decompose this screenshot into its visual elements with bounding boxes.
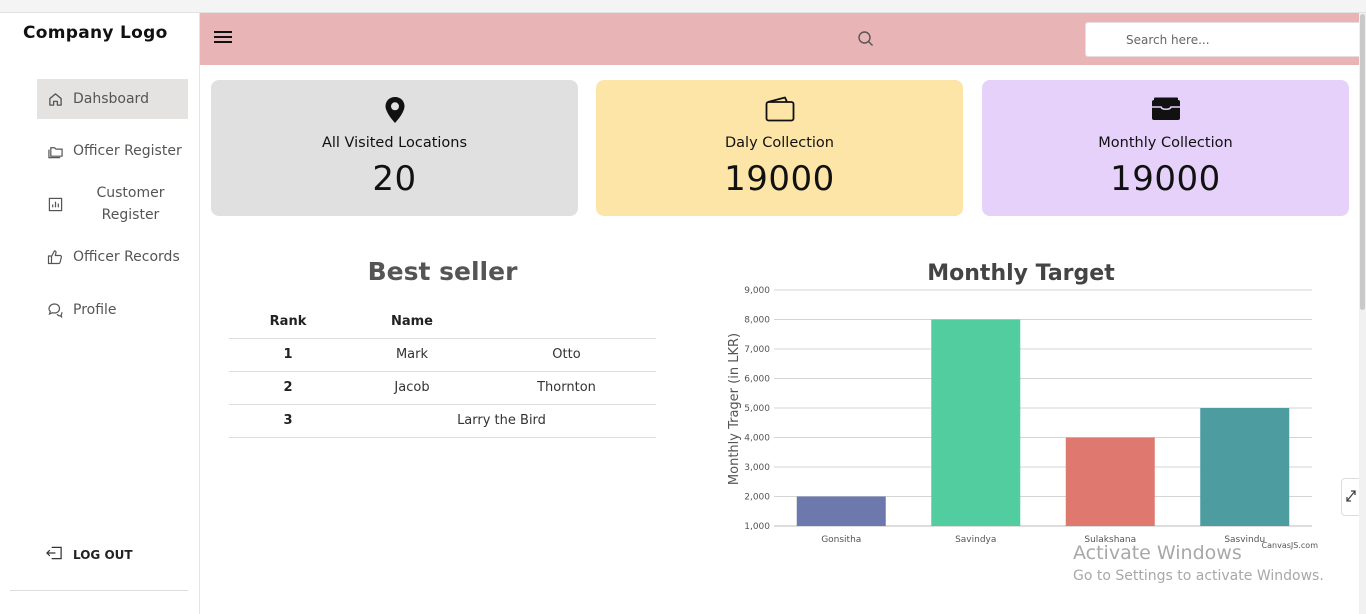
logout-label: LOG OUT [73, 547, 133, 562]
rank-cell: 2 [229, 371, 347, 405]
thumbs-up-icon [37, 249, 73, 265]
card-value: 19000 [1110, 159, 1221, 199]
sidebar-item-label: Officer Register [73, 143, 182, 159]
table-row: 2 Jacob Thornton [229, 371, 656, 405]
table-row: 3 Larry the Bird [229, 404, 656, 438]
rank-cell: 3 [229, 404, 347, 438]
sidebar-item-officer-register[interactable]: Officer Register [37, 141, 188, 161]
chart-y-tick-label: 2,000 [744, 493, 770, 503]
chart-bar[interactable] [796, 496, 886, 527]
chart-bar[interactable] [931, 319, 1021, 527]
last-name-cell: Otto [477, 338, 656, 372]
column-header-name: Name [347, 305, 477, 339]
logout-button[interactable]: LOG OUT [46, 546, 133, 563]
company-logo[interactable]: Company Logo [23, 23, 168, 43]
column-header-empty [477, 305, 656, 339]
activate-windows-title: Activate Windows [1073, 542, 1242, 564]
card-visited-locations: All Visited Locations 20 [211, 80, 578, 216]
chart-y-tick-label: 4,000 [744, 434, 770, 444]
browser-top-strip [0, 0, 1366, 13]
sidebar-item-label: Customer Register [96, 185, 165, 223]
chart-y-tick-label: 6,000 [744, 375, 770, 385]
sidebar-item-dashboard[interactable]: Dahsboard [37, 79, 188, 119]
chart-y-axis-label: Monthly Trager (in LKR) [727, 333, 742, 485]
chart-y-tick-label: 5,000 [744, 404, 770, 414]
chart-y-tick-label: 8,000 [744, 316, 770, 326]
collapse-arrows-icon [1345, 488, 1357, 507]
sidebar-item-label: Dahsboard [73, 91, 149, 107]
activate-windows-subtitle: Go to Settings to activate Windows. [1073, 568, 1324, 584]
monthly-target-chart: Monthly Target Monthly Trager (in LKR) 1… [712, 250, 1332, 560]
card-title: Daly Collection [725, 135, 834, 151]
folders-icon [37, 144, 73, 159]
sidebar-divider [10, 590, 188, 591]
chat-bubbles-icon [37, 302, 73, 318]
map-pin-icon [211, 96, 578, 124]
side-collapse-tab[interactable] [1341, 478, 1359, 516]
sidebar-item-label: Profile [73, 302, 117, 318]
home-icon [37, 92, 73, 107]
chart-bar[interactable] [1065, 437, 1155, 527]
column-header-rank: Rank [229, 305, 347, 339]
first-name-cell: Jacob [347, 371, 477, 405]
wallet-icon [596, 96, 963, 122]
logout-icon [46, 546, 63, 563]
sidebar-item-officer-records[interactable]: Officer Records [37, 247, 188, 267]
search-input[interactable] [1085, 22, 1362, 57]
card-title: All Visited Locations [321, 135, 468, 151]
chart-svg: Monthly Target Monthly Trager (in LKR) 1… [727, 261, 1319, 550]
first-name-cell: Mark [347, 338, 477, 372]
chart-x-tick-label: Gonsitha [821, 535, 861, 545]
table-row: 1 Mark Otto [229, 338, 656, 372]
chart-y-tick-label: 3,000 [744, 463, 770, 473]
last-name-cell: Thornton [477, 371, 656, 405]
best-seller-title: Best seller [367, 257, 518, 286]
sidebar-item-label: Officer Records [73, 249, 180, 265]
sidebar-item-profile[interactable]: Profile [37, 300, 188, 320]
chart-y-tick-label: 9,000 [744, 286, 770, 296]
search-icon[interactable] [857, 30, 875, 52]
chart-x-tick-label: Savindya [955, 535, 996, 545]
top-header [200, 13, 1362, 65]
chart-y-tick-label: 7,000 [744, 345, 770, 355]
best-seller-table: Rank Name 1 Mark Otto 2 Jacob Thornton 3… [229, 305, 656, 438]
bar-chart-icon [37, 197, 73, 212]
chart-credit[interactable]: CanvasJS.com [1262, 541, 1319, 550]
card-daily-collection: Daly Collection 19000 [596, 80, 963, 216]
table-header-row: Rank Name [229, 305, 656, 339]
card-title: Monthly Collection [1098, 135, 1233, 151]
rank-cell: 1 [229, 338, 347, 372]
chart-title: Monthly Target [927, 261, 1115, 286]
card-value: 19000 [724, 159, 835, 199]
card-wallet-icon [982, 96, 1349, 122]
sidebar-item-customer-register[interactable]: Customer Register [37, 181, 188, 227]
chart-bar[interactable] [1200, 408, 1290, 526]
sidebar: Company Logo Dahsboard Officer Register … [0, 13, 200, 614]
card-monthly-collection: Monthly Collection 19000 [982, 80, 1349, 216]
card-value: 20 [372, 159, 417, 199]
full-name-cell: Larry the Bird [347, 404, 656, 438]
scrollbar-thumb[interactable] [1360, 14, 1365, 310]
hamburger-menu-icon[interactable] [214, 31, 232, 45]
chart-y-tick-label: 1,000 [744, 522, 770, 532]
